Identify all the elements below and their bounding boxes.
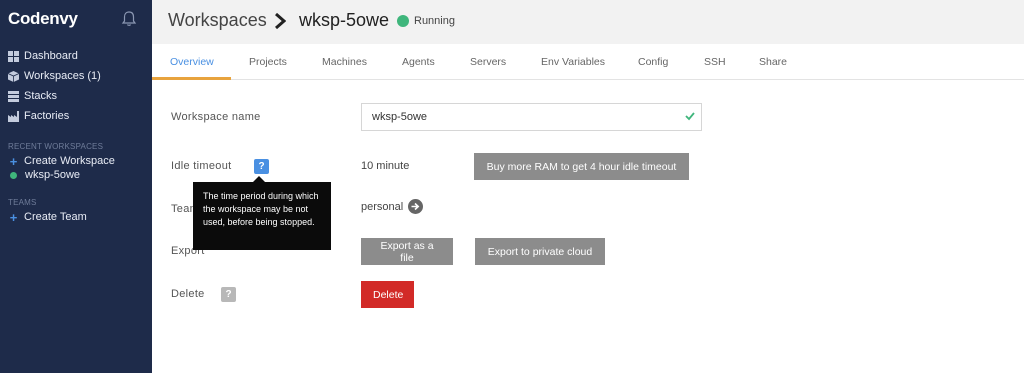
delete-label: Delete bbox=[171, 288, 205, 300]
active-tab-indicator bbox=[152, 77, 231, 80]
arrow-right-circle-icon[interactable] bbox=[408, 199, 423, 214]
factories-icon bbox=[8, 110, 19, 122]
breadcrumb-workspaces[interactable]: Workspaces bbox=[168, 10, 267, 31]
chevron-right-icon bbox=[275, 13, 286, 29]
tab-share[interactable]: Share bbox=[759, 56, 787, 68]
workspaces-icon bbox=[8, 70, 19, 82]
workspace-name-input[interactable] bbox=[361, 103, 702, 131]
page-title: wksp-5owe bbox=[299, 10, 390, 30]
sidebar: Codenvy Dashboard Workspaces (1) Stacks … bbox=[0, 0, 152, 373]
sidebar-item-factories[interactable]: Factories bbox=[8, 108, 69, 124]
team-value: personal bbox=[361, 201, 404, 213]
sidebar-item-label: Dashboard bbox=[24, 50, 78, 62]
dashboard-icon bbox=[8, 50, 19, 62]
workspace-name-label: Workspace name bbox=[171, 111, 261, 123]
delete-help-icon[interactable]: ? bbox=[221, 287, 236, 302]
stacks-icon bbox=[8, 90, 19, 102]
plus-icon: + bbox=[9, 153, 18, 169]
idle-timeout-value: 10 minute bbox=[361, 160, 410, 172]
export-as-file-button[interactable]: Export as a file bbox=[361, 238, 453, 265]
tab-overview[interactable]: Overview bbox=[170, 56, 214, 68]
tab-machines[interactable]: Machines bbox=[322, 56, 367, 68]
running-status-icon bbox=[397, 15, 409, 27]
create-team-link[interactable]: + Create Team bbox=[8, 209, 87, 225]
sidebar-item-label: Stacks bbox=[24, 90, 58, 102]
status-badge: Running bbox=[414, 15, 455, 27]
tab-projects[interactable]: Projects bbox=[249, 56, 287, 68]
export-to-private-cloud-button[interactable]: Export to private cloud bbox=[475, 238, 605, 265]
create-workspace-label: Create Workspace bbox=[24, 155, 115, 167]
idle-timeout-label: Idle timeout bbox=[171, 160, 232, 172]
tab-config[interactable]: Config bbox=[638, 56, 668, 68]
recent-workspaces-heading: RECENT WORKSPACES bbox=[8, 142, 104, 151]
running-status-icon bbox=[10, 171, 17, 179]
notification-bell-icon[interactable] bbox=[121, 10, 137, 28]
page-header: Workspaces wksp-5owe Running bbox=[152, 0, 1024, 44]
sidebar-item-workspaces[interactable]: Workspaces (1) bbox=[8, 68, 101, 84]
tab-bar: Overview Projects Machines Agents Server… bbox=[152, 44, 1024, 80]
plus-icon: + bbox=[9, 209, 18, 225]
sidebar-item-label: Factories bbox=[24, 110, 70, 122]
delete-button[interactable]: Delete bbox=[361, 281, 414, 308]
idle-timeout-help-icon[interactable]: ? bbox=[254, 159, 269, 174]
tab-env-variables[interactable]: Env Variables bbox=[541, 56, 605, 68]
sidebar-item-label: Workspaces (1) bbox=[24, 70, 101, 82]
brand-logo[interactable]: Codenvy bbox=[8, 9, 78, 29]
tab-servers[interactable]: Servers bbox=[470, 56, 506, 68]
checkmark-icon bbox=[685, 112, 695, 121]
recent-workspace-label: wksp-5owe bbox=[25, 169, 81, 181]
teams-heading: TEAMS bbox=[8, 198, 37, 207]
idle-timeout-tooltip: The time period during which the workspa… bbox=[193, 182, 331, 250]
recent-workspace-item[interactable]: wksp-5owe bbox=[8, 167, 80, 183]
tab-agents[interactable]: Agents bbox=[402, 56, 435, 68]
sidebar-item-dashboard[interactable]: Dashboard bbox=[8, 48, 78, 64]
tab-ssh[interactable]: SSH bbox=[704, 56, 726, 68]
buy-more-ram-button[interactable]: Buy more RAM to get 4 hour idle timeout bbox=[474, 153, 689, 180]
create-team-label: Create Team bbox=[24, 211, 87, 223]
sidebar-item-stacks[interactable]: Stacks bbox=[8, 88, 57, 104]
